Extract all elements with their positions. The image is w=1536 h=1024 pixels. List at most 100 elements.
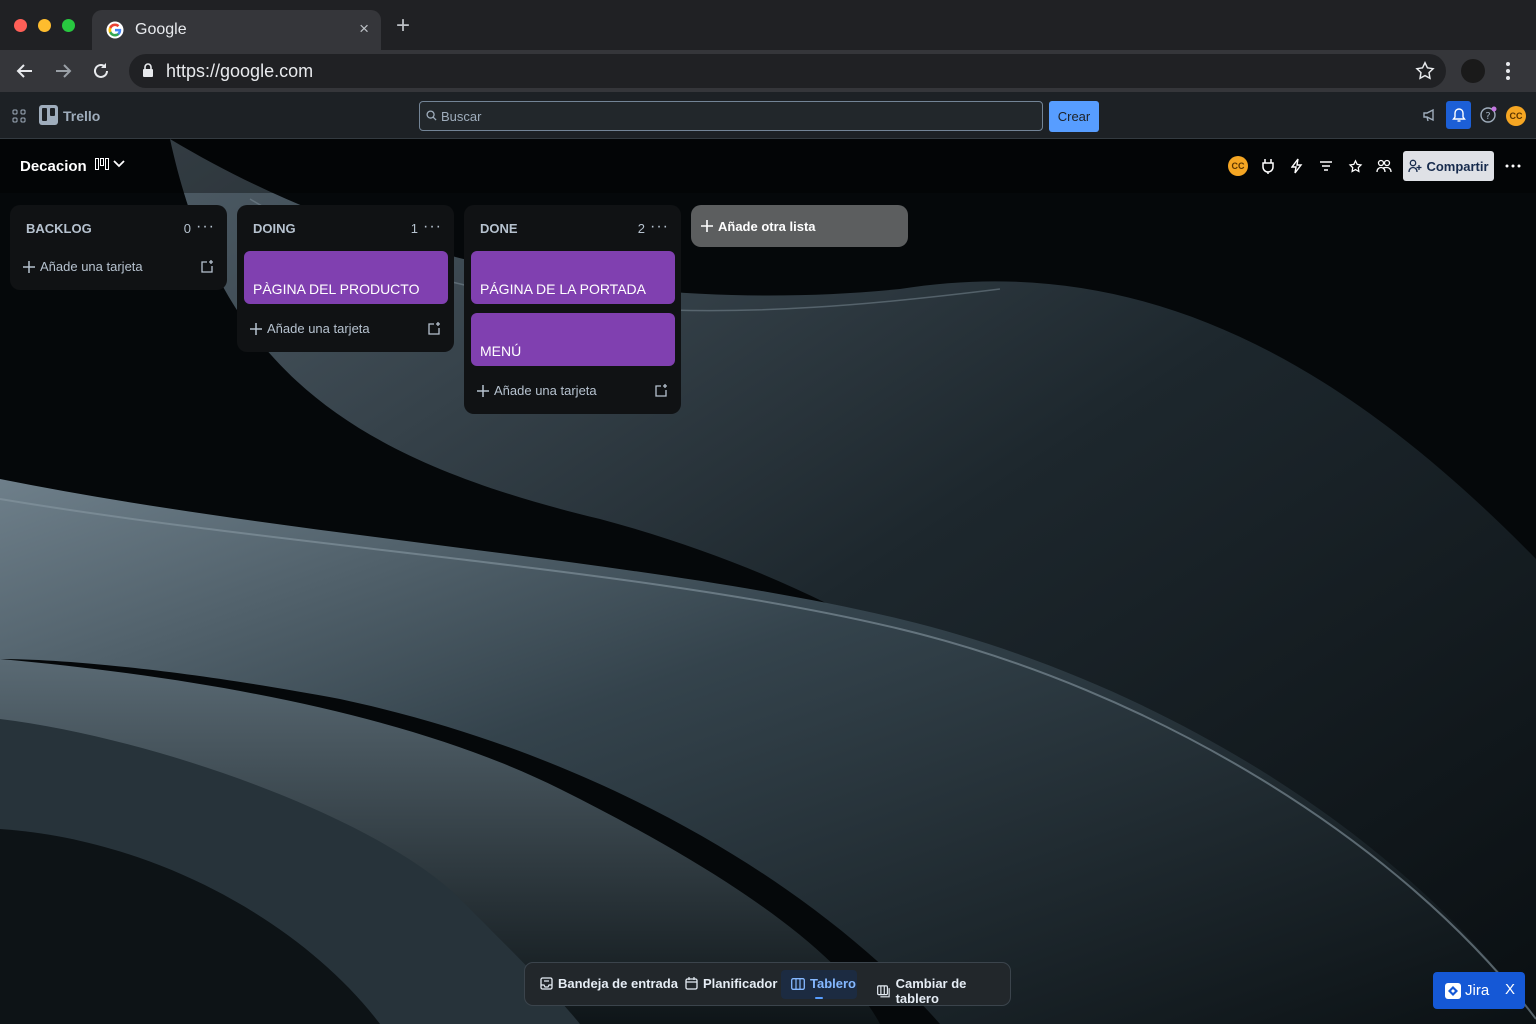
trello-app-name[interactable]: Trello <box>63 108 100 124</box>
search-input[interactable]: Buscar <box>419 101 1043 131</box>
lock-icon <box>143 63 153 77</box>
list-menu-icon[interactable]: ··· <box>423 218 442 236</box>
list-menu-icon[interactable]: ··· <box>196 218 215 236</box>
board-header-bar: Decacion CC Compartir <box>0 139 1536 193</box>
members-icon[interactable] <box>1374 156 1394 176</box>
add-card-label: Añade una tarjeta <box>494 383 597 398</box>
browser-menu-icon[interactable] <box>1505 59 1511 83</box>
jira-label: Jira <box>1465 982 1490 999</box>
board-area: Decacion CC Compartir BACKLOG 0 ··· Añad… <box>0 139 1536 1024</box>
plus-icon <box>477 384 489 397</box>
notifications-bell-icon[interactable] <box>1446 101 1471 129</box>
share-button[interactable]: Compartir <box>1403 151 1494 181</box>
list-done: DONE 2 ··· PÁGINA DE LA PORTADA MENÚ Aña… <box>464 205 681 414</box>
power-ups-icon[interactable] <box>1258 156 1278 176</box>
card-template-icon[interactable] <box>201 259 215 273</box>
reload-icon[interactable] <box>88 58 114 84</box>
add-person-icon <box>1408 159 1422 173</box>
trello-header: Trello Buscar Crear ? CC <box>0 92 1536 139</box>
list-title[interactable]: DONE <box>480 221 518 236</box>
url-text: https://google.com <box>166 61 314 81</box>
tab-close-icon[interactable]: × <box>359 19 369 39</box>
board-menu-icon[interactable] <box>1503 156 1523 176</box>
browser-tab[interactable]: Google × <box>92 10 381 50</box>
bottom-navigation: Bandeja de entrada Planificador Tablero … <box>524 962 1011 1006</box>
nav-switch-board-button[interactable]: Cambiar de tablero <box>877 976 1010 1006</box>
card-template-icon[interactable] <box>655 383 669 397</box>
nav-label: Bandeja de entrada <box>558 976 678 991</box>
nav-label: Cambiar de tablero <box>895 976 967 1006</box>
board-view-icon <box>95 158 109 170</box>
add-card-button[interactable]: Añade una tarjeta <box>477 383 597 398</box>
add-list-label: Añade otra lista <box>718 218 816 234</box>
google-favicon-icon <box>106 21 124 39</box>
card[interactable]: PÁGINA DE LA PORTADA <box>471 251 675 304</box>
add-card-button[interactable]: Añade una tarjeta <box>23 259 143 274</box>
card-title: PÁGINA DE LA PORTADA <box>480 281 646 297</box>
list-card-count: 1 <box>410 221 418 236</box>
jira-close-icon[interactable]: X <box>1505 981 1515 998</box>
plus-icon <box>701 220 713 232</box>
profile-avatar[interactable] <box>1461 59 1485 83</box>
board-background-image <box>0 139 1536 1024</box>
search-placeholder: Buscar <box>441 109 482 124</box>
maximize-window-button[interactable] <box>62 19 75 32</box>
nav-board-button[interactable]: Tablero <box>791 976 856 991</box>
search-icon <box>426 110 437 121</box>
active-tab-indicator <box>815 997 823 999</box>
create-button[interactable]: Crear <box>1049 101 1099 132</box>
jira-logo-icon <box>1445 982 1461 999</box>
add-card-button[interactable]: Añade una tarjeta <box>250 321 370 336</box>
nav-label: Tablero <box>810 976 856 991</box>
board-title[interactable]: Decacion <box>20 158 87 175</box>
nav-planner-button[interactable]: Planificador <box>685 976 777 991</box>
list-card-count: 0 <box>183 221 191 236</box>
close-window-button[interactable] <box>14 19 27 32</box>
nav-label: Planificador <box>703 976 778 991</box>
address-bar[interactable]: https://google.com <box>129 54 1446 88</box>
add-card-label: Añade una tarjeta <box>40 259 143 274</box>
card-title: PÀGINA DEL PRODUCTO <box>253 281 420 297</box>
svg-text:?: ? <box>1485 111 1490 122</box>
list-backlog: BACKLOG 0 ··· Añade una tarjeta <box>10 205 227 290</box>
bookmark-star-icon[interactable] <box>1414 60 1436 82</box>
share-label: Compartir <box>1426 158 1489 174</box>
nav-inbox-button[interactable]: Bandeja de entrada <box>540 976 678 991</box>
app-switcher-icon[interactable] <box>12 109 26 123</box>
minimize-window-button[interactable] <box>38 19 51 32</box>
card-template-icon[interactable] <box>428 321 442 335</box>
list-doing: DOING 1 ··· PÀGINA DEL PRODUCTO Añade un… <box>237 205 454 352</box>
forward-arrow-icon[interactable] <box>50 58 76 84</box>
card-title: MENÚ <box>480 343 522 359</box>
list-menu-icon[interactable]: ··· <box>650 218 669 236</box>
filter-icon[interactable] <box>1316 156 1336 176</box>
user-avatar[interactable]: CC <box>1506 106 1526 126</box>
help-icon[interactable]: ? <box>1478 105 1498 125</box>
star-board-icon[interactable] <box>1345 156 1365 176</box>
list-title[interactable]: DOING <box>253 221 296 236</box>
jira-widget[interactable]: Jira X <box>1433 972 1525 1009</box>
browser-tab-strip: Google × + <box>0 0 1536 50</box>
board-view-switcher[interactable] <box>95 158 125 170</box>
board-member-avatar[interactable]: CC <box>1228 156 1248 176</box>
plus-icon <box>250 322 262 335</box>
calendar-icon <box>685 977 698 990</box>
switch-board-icon <box>877 984 890 997</box>
list-card-count: 2 <box>637 221 645 236</box>
chevron-down-icon <box>113 160 125 168</box>
tab-title: Google <box>135 21 187 38</box>
trello-logo-icon[interactable] <box>39 105 58 125</box>
card[interactable]: MENÚ <box>471 313 675 366</box>
back-arrow-icon[interactable] <box>12 58 38 84</box>
add-card-label: Añade una tarjeta <box>267 321 370 336</box>
browser-toolbar: https://google.com <box>0 50 1536 92</box>
card[interactable]: PÀGINA DEL PRODUCTO <box>244 251 448 304</box>
board-icon <box>791 977 805 990</box>
automation-lightning-icon[interactable] <box>1287 156 1307 176</box>
list-title[interactable]: BACKLOG <box>26 221 92 236</box>
inbox-icon <box>540 977 553 990</box>
plus-icon <box>23 260 35 273</box>
add-list-button[interactable]: Añade otra lista <box>691 205 908 247</box>
megaphone-icon[interactable] <box>1420 105 1440 125</box>
new-tab-button[interactable]: + <box>396 14 410 38</box>
